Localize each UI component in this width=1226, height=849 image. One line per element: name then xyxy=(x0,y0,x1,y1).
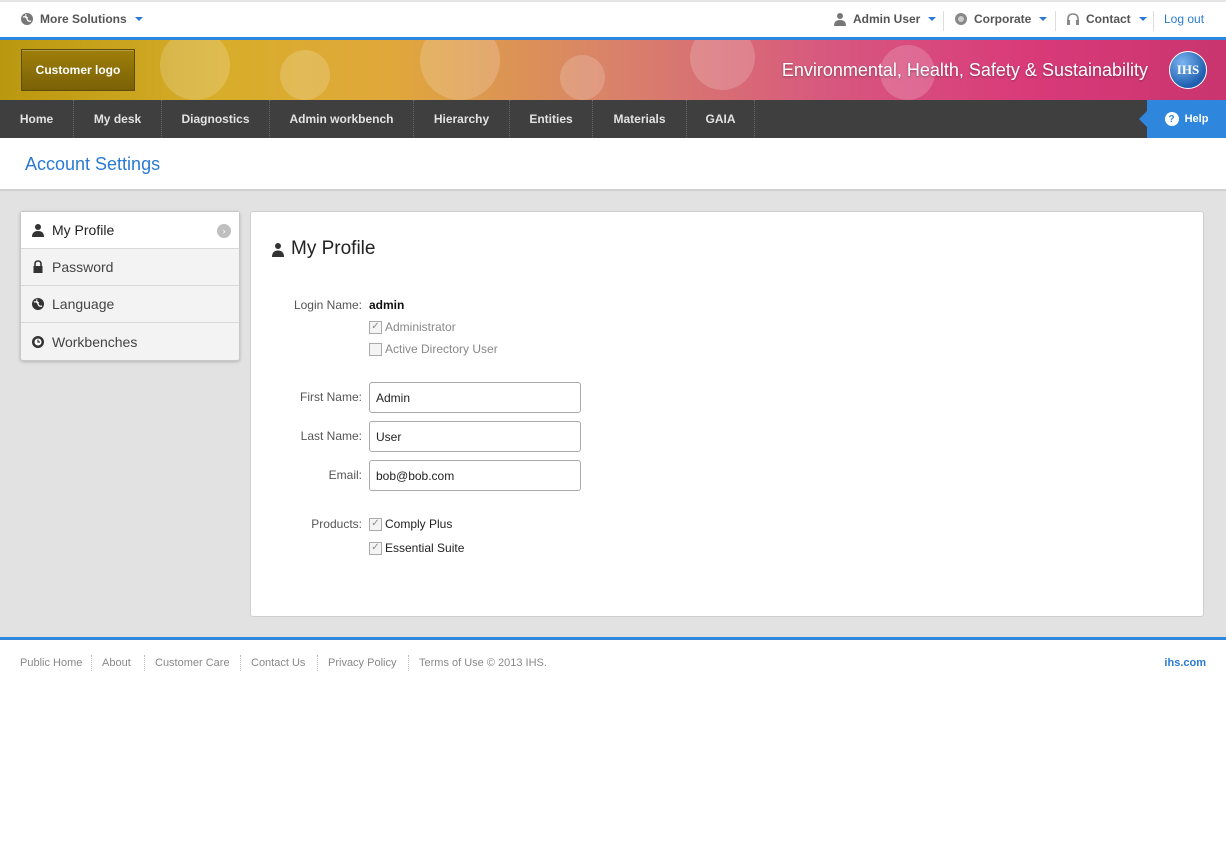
banner-bokeh xyxy=(280,50,330,100)
top-utility-bar: More Solutions Admin User Corporate Cont… xyxy=(0,0,1226,38)
login-name-value: admin xyxy=(369,298,405,312)
lock-icon xyxy=(31,260,45,274)
panel-title: My Profile xyxy=(271,238,375,260)
administrator-checkbox[interactable]: ✓ Administrator xyxy=(369,320,456,334)
logout-link[interactable]: Log out xyxy=(1164,12,1204,26)
footer: Public Home About Customer Care Contact … xyxy=(0,640,1226,849)
help-button[interactable]: ? Help xyxy=(1139,100,1226,138)
banner-bokeh xyxy=(160,40,230,100)
panel-title-text: My Profile xyxy=(291,238,376,259)
nav-item-diagnostics[interactable]: Diagnostics xyxy=(162,100,269,138)
nav-item-materials[interactable]: Materials xyxy=(593,100,686,138)
administrator-label: Administrator xyxy=(385,320,456,334)
nav-item-hierarchy[interactable]: Hierarchy xyxy=(414,100,509,138)
footer-divider xyxy=(144,655,145,671)
sidebar-item-label: Workbenches xyxy=(52,333,138,350)
product-title: Environmental, Health, Safety & Sustaina… xyxy=(781,60,1148,80)
first-name-field[interactable] xyxy=(369,382,581,413)
nav-item-entities[interactable]: Entities xyxy=(510,100,592,138)
customer-logo: Customer logo xyxy=(21,49,135,91)
active-directory-label: Active Directory User xyxy=(385,342,498,356)
footer-divider xyxy=(317,655,318,671)
brand-banner: Customer logo Environmental, Health, Saf… xyxy=(0,40,1226,100)
footer-terms-copyright[interactable]: Terms of Use © 2013 IHS. xyxy=(419,657,547,669)
banner-bokeh xyxy=(560,55,605,100)
user-icon xyxy=(271,242,285,257)
chevron-down-icon xyxy=(1138,17,1147,21)
more-solutions-menu[interactable]: More Solutions xyxy=(20,12,143,26)
sidebar-item-workbenches[interactable]: Workbenches xyxy=(21,323,239,360)
active-directory-checkbox[interactable]: Active Directory User xyxy=(369,342,498,356)
settings-sidebar: My Profile › Password Language Workbench… xyxy=(20,211,240,361)
sidebar-item-language[interactable]: Language xyxy=(21,286,239,323)
main-nav: Home My desk Diagnostics Admin workbench… xyxy=(0,100,1226,138)
user-name: Admin User xyxy=(853,12,921,26)
workbench-icon xyxy=(31,335,45,349)
nav-item-admin-workbench[interactable]: Admin workbench xyxy=(270,100,413,138)
sidebar-item-my-profile[interactable]: My Profile › xyxy=(21,212,239,249)
footer-link-contact-us[interactable]: Contact Us xyxy=(251,657,305,669)
email-label: Email: xyxy=(328,468,362,482)
sidebar-item-label: Language xyxy=(52,296,115,312)
product-label: Comply Plus xyxy=(385,517,453,531)
email-field[interactable] xyxy=(369,460,581,491)
footer-link-privacy-policy[interactable]: Privacy Policy xyxy=(328,657,396,669)
nav-divider xyxy=(754,100,755,138)
chevron-down-icon xyxy=(1039,17,1048,21)
sidebar-item-label: Password xyxy=(52,259,114,275)
globe-icon xyxy=(20,12,34,26)
organization-menu[interactable]: Corporate xyxy=(954,12,1048,26)
page-header: Account Settings xyxy=(0,138,1226,190)
page-title: Account Settings xyxy=(25,154,161,174)
headset-icon xyxy=(1066,12,1080,26)
product-label: Essential Suite xyxy=(385,541,465,555)
banner-bokeh xyxy=(690,40,755,90)
footer-link-public-home[interactable]: Public Home xyxy=(20,657,82,669)
checkbox-checked-icon: ✓ xyxy=(369,517,382,531)
nav-item-home[interactable]: Home xyxy=(0,100,73,138)
profile-panel: My Profile Login Name: admin ✓ Administr… xyxy=(250,211,1204,617)
product-comply-plus-checkbox[interactable]: ✓ Comply Plus xyxy=(369,517,452,531)
organization-icon xyxy=(954,12,968,26)
last-name-field[interactable] xyxy=(369,421,581,452)
nav-item-my-desk[interactable]: My desk xyxy=(74,100,161,138)
chevron-down-icon xyxy=(928,17,937,21)
footer-divider xyxy=(240,655,241,671)
user-menu[interactable]: Admin User xyxy=(833,12,937,26)
footer-divider xyxy=(91,655,92,671)
topbar-divider xyxy=(943,11,944,31)
footer-divider xyxy=(408,655,409,671)
sidebar-item-password[interactable]: Password xyxy=(21,249,239,286)
footer-link-customer-care[interactable]: Customer Care xyxy=(155,657,230,669)
organization-label: Corporate xyxy=(974,12,1032,26)
contact-menu[interactable]: Contact xyxy=(1066,12,1147,26)
footer-link-about[interactable]: About xyxy=(102,657,131,669)
user-icon xyxy=(31,223,45,237)
content-area: My Profile › Password Language Workbench… xyxy=(0,190,1226,637)
checkbox-checked-icon: ✓ xyxy=(369,320,382,334)
chevron-right-icon: › xyxy=(217,224,231,238)
topbar-divider xyxy=(1153,11,1154,31)
login-name-label: Login Name: xyxy=(293,298,362,312)
footer-site-link[interactable]: ihs.com xyxy=(1164,657,1206,669)
globe-icon xyxy=(31,297,45,311)
last-name-label: Last Name: xyxy=(300,429,362,443)
contact-label: Contact xyxy=(1086,12,1131,26)
help-label: Help xyxy=(1184,113,1209,125)
checkbox-unchecked-icon xyxy=(369,342,382,356)
sidebar-item-label: My Profile xyxy=(52,222,115,238)
first-name-label: First Name: xyxy=(299,390,362,404)
products-label: Products: xyxy=(311,517,362,531)
user-icon xyxy=(833,12,847,26)
nav-item-gaia[interactable]: GAIA xyxy=(687,100,754,138)
more-solutions-label: More Solutions xyxy=(40,12,127,26)
product-essential-suite-checkbox[interactable]: ✓ Essential Suite xyxy=(369,541,464,555)
topbar-divider xyxy=(1055,11,1056,31)
banner-bokeh xyxy=(420,40,500,100)
ihs-logo[interactable]: IHS xyxy=(1169,51,1207,89)
checkbox-checked-icon: ✓ xyxy=(369,541,382,555)
question-icon: ? xyxy=(1164,112,1179,126)
chevron-down-icon xyxy=(134,17,143,21)
